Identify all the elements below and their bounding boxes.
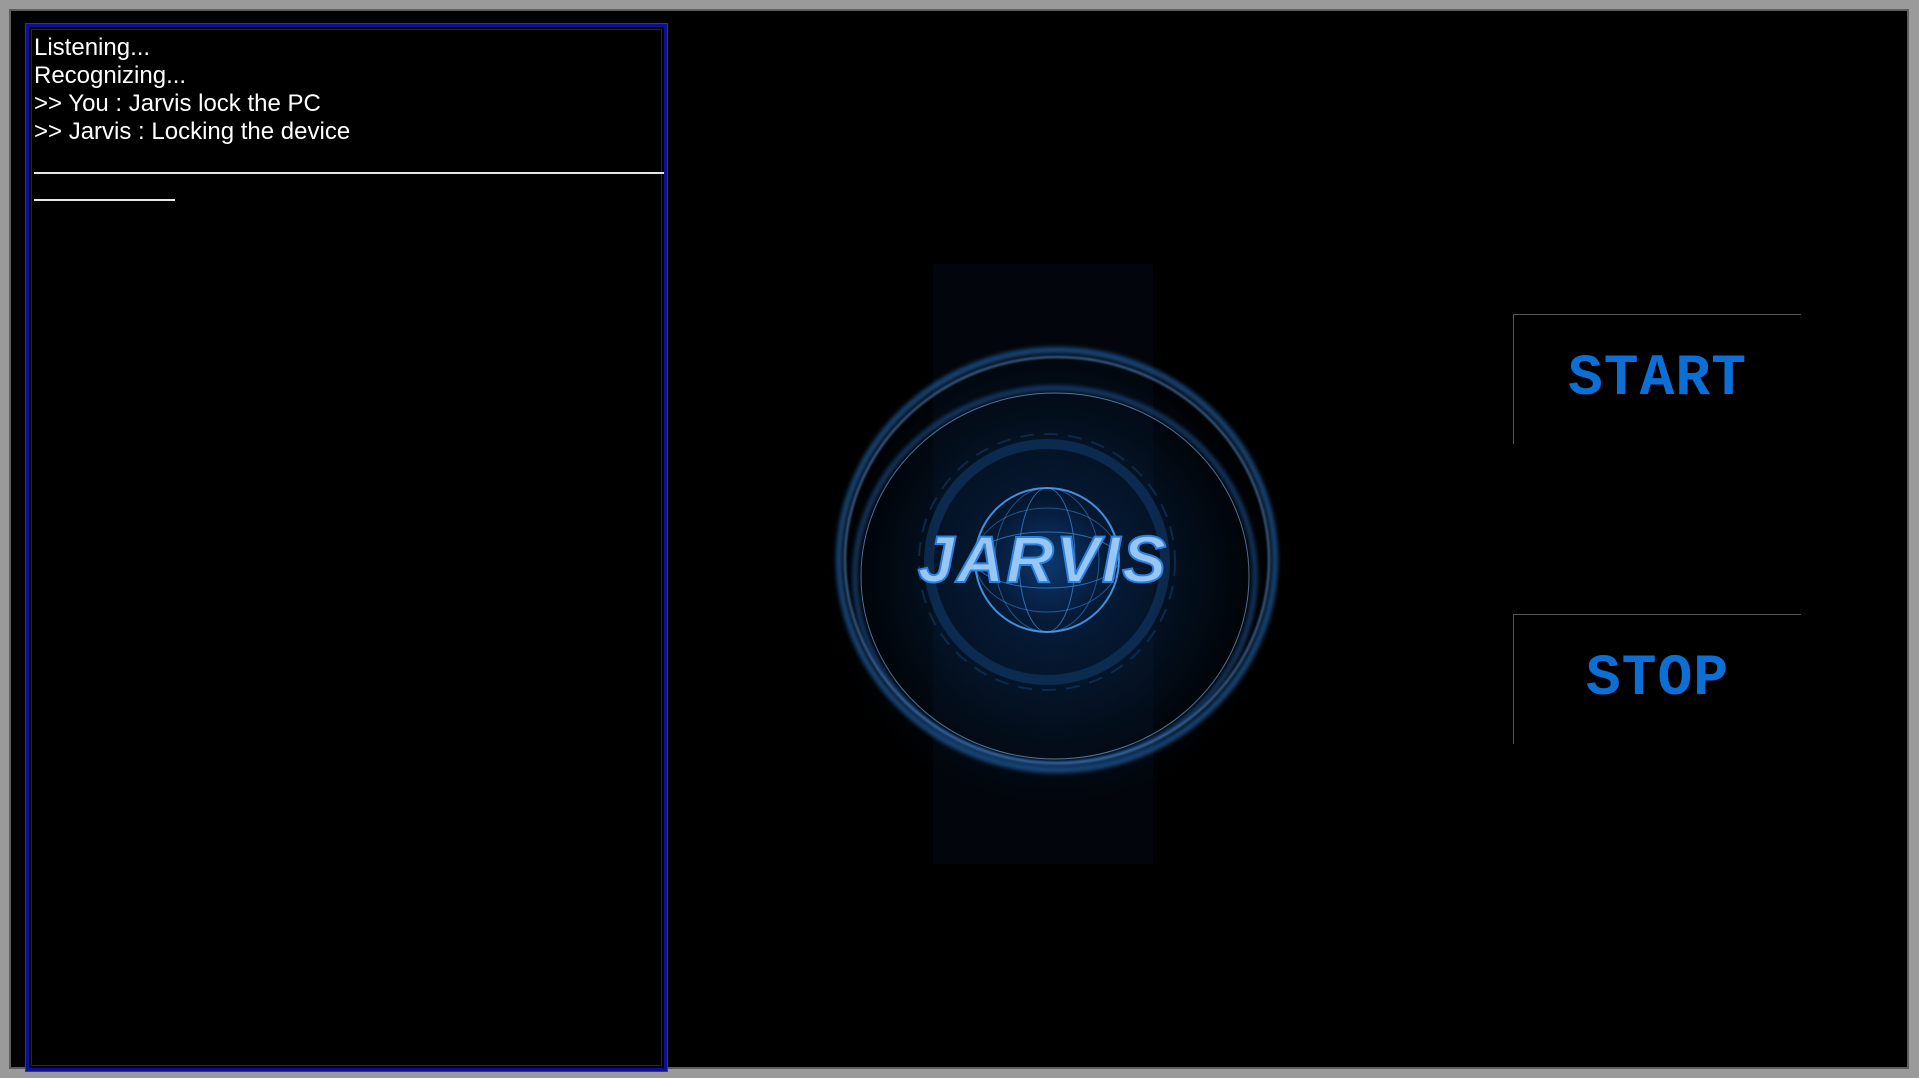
console-line-recognizing: Recognizing... xyxy=(34,62,187,89)
app-window: Listening... Recognizing... >> You : Jar… xyxy=(0,0,1919,1078)
console-separator-long xyxy=(34,172,664,174)
console-line-listening: Listening... xyxy=(34,34,151,61)
stop-button[interactable]: STOP xyxy=(1513,614,1801,744)
console-line-jarvis-reply: >> Jarvis : Locking the device xyxy=(34,118,351,145)
console-separator-short xyxy=(34,199,175,201)
jarvis-logo: JARVIS xyxy=(793,264,1293,864)
jarvis-logo-text: JARVIS xyxy=(918,522,1168,596)
console-line-user-command: >> You : Jarvis lock the PC xyxy=(34,90,321,117)
console-text-area[interactable]: Listening... Recognizing... >> You : Jar… xyxy=(31,29,664,1066)
start-button[interactable]: START xyxy=(1513,314,1801,444)
console-output-panel[interactable]: Listening... Recognizing... >> You : Jar… xyxy=(25,23,668,1072)
jarvis-orb-graphic: JARVIS xyxy=(793,264,1293,864)
